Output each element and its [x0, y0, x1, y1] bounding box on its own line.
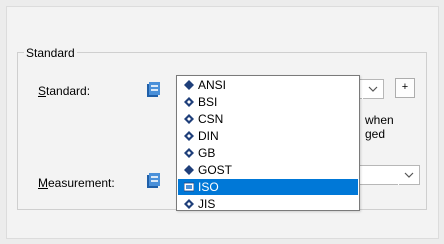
standard-icon: [184, 148, 194, 158]
group-title: Standard: [24, 46, 77, 60]
standard-icon: [184, 97, 194, 107]
diamond-icon: [184, 165, 194, 175]
measurement-label: Measurement:: [38, 176, 115, 190]
chevron-down-icon: [368, 86, 378, 92]
iso-icon: [184, 182, 194, 192]
measurement-combo-arrow[interactable]: [398, 167, 418, 185]
measurement-blue-icon: [145, 172, 163, 190]
note-line2: ged: [365, 127, 386, 141]
dropdown-item-label: CSN: [198, 112, 224, 126]
dropdown-item-label: ANSI: [198, 78, 227, 92]
dropdown-item-gb[interactable]: GB: [178, 145, 358, 161]
dropdown-item-label: GB: [198, 146, 216, 160]
chevron-down-icon: [404, 172, 414, 178]
dropdown-item-label: GOST: [198, 163, 233, 177]
standard-dropdown-list: ANSI BSI CSN DIN GB GOST ISO JIS: [176, 75, 360, 211]
standard-blue-icon: [145, 81, 163, 99]
standard-icon: [184, 114, 194, 124]
dropdown-item-din[interactable]: DIN: [178, 128, 358, 144]
diamond-icon: [184, 80, 194, 90]
dropdown-item-gost[interactable]: GOST: [178, 162, 358, 178]
dropdown-item-csn[interactable]: CSN: [178, 111, 358, 127]
dropdown-item-label: BSI: [198, 95, 218, 109]
standard-icon: [184, 131, 194, 141]
dropdown-item-label: ISO: [198, 180, 219, 194]
dropdown-item-bsi[interactable]: BSI: [178, 94, 358, 110]
standard-icon: [184, 199, 194, 209]
standard-combo-arrow[interactable]: [362, 81, 382, 99]
dropdown-item-iso[interactable]: ISO: [178, 179, 358, 195]
dropdown-item-label: JIS: [198, 197, 216, 211]
dropdown-item-ansi[interactable]: ANSI: [178, 77, 358, 93]
dropdown-item-jis[interactable]: JIS: [178, 196, 358, 212]
add-standard-button[interactable]: +: [395, 78, 415, 98]
dropdown-item-label: DIN: [198, 129, 219, 143]
note-line1: when: [365, 113, 394, 127]
standard-label: Standard:: [38, 84, 91, 98]
